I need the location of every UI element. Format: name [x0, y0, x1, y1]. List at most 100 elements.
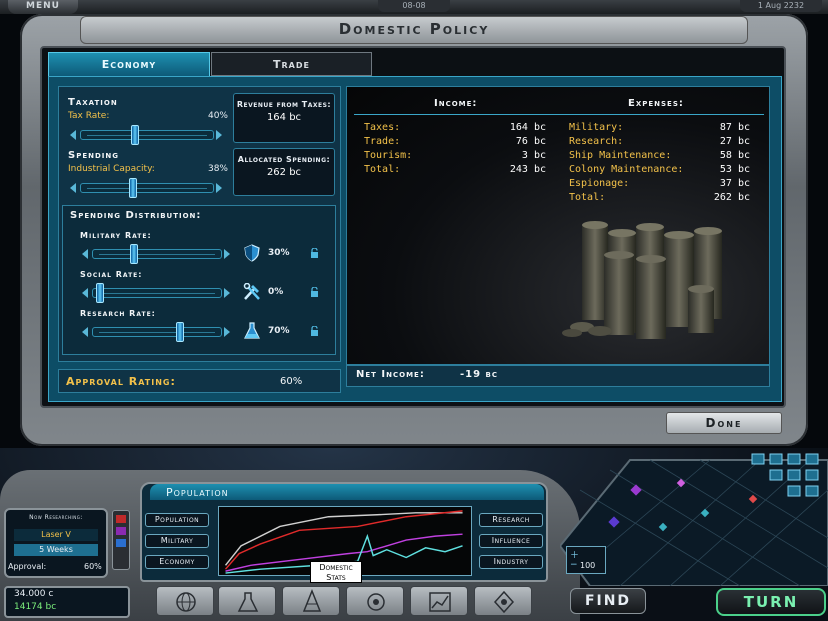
social-rate-decrease[interactable] [82, 288, 88, 298]
expense-espionage-value: 37 bc [719, 178, 750, 189]
military-rate-slider-handle[interactable] [130, 244, 139, 264]
taxation-header: Taxation [68, 97, 118, 108]
social-lock-icon[interactable] [310, 287, 319, 297]
tax-rate-decrease[interactable] [70, 130, 76, 140]
done-button[interactable]: Done [666, 412, 782, 434]
spending-header: Spending [68, 150, 119, 161]
approval-rating-value: 60% [280, 376, 303, 387]
military-rate-increase[interactable] [224, 249, 230, 259]
research-eta: 5 Weeks [14, 544, 98, 556]
graph-line-white [224, 512, 463, 566]
nav-research-button[interactable] [218, 586, 276, 616]
allocated-spending-label: Allocated Spending: [237, 155, 331, 164]
expense-colony-maintenance-label: Colony Maintenance: [569, 164, 684, 175]
income-tourism-value: 3 bc [521, 150, 546, 161]
spending-distribution-header: Spending Distribution: [70, 210, 202, 221]
game-date: 1 Aug 2232 [740, 0, 822, 12]
military-lock-icon[interactable] [310, 248, 319, 258]
header-divider [354, 114, 764, 115]
military-rate-decrease[interactable] [82, 249, 88, 259]
income-taxes-label: Taxes: [364, 122, 401, 133]
tax-rate-value: 40% [207, 111, 228, 121]
income-value: 14174 bc [14, 602, 57, 612]
expenses-header: Expenses: [628, 98, 684, 109]
flask-nav-icon [237, 592, 259, 612]
income-trade-value: 76 bc [515, 136, 546, 147]
nav-diplomacy-button[interactable] [346, 586, 404, 616]
industrial-capacity-label: Industrial Capacity: [68, 164, 155, 174]
gauge-blue-segment [116, 539, 126, 547]
population-panel-title: Population [166, 486, 229, 499]
stats-economy-button[interactable]: Economy [145, 555, 209, 569]
social-rate-slider-handle[interactable] [96, 283, 104, 303]
military-rate-slider[interactable] [92, 249, 222, 259]
minimap-filter-buttons [748, 450, 826, 500]
find-button[interactable]: FIND [570, 588, 646, 614]
stats-influence-button[interactable]: Influence [479, 534, 543, 548]
filter-icons[interactable] [748, 450, 826, 500]
social-rate-slider[interactable] [92, 288, 222, 298]
income-taxes-value: 164 bc [509, 122, 546, 133]
tax-rate-slider[interactable] [80, 130, 214, 140]
tax-rate-label: Tax Rate: [68, 111, 110, 121]
tab-economy[interactable]: Economy [48, 52, 210, 76]
stats-population-button[interactable]: Population [145, 513, 209, 527]
income-tourism-label: Tourism: [364, 150, 413, 161]
research-tech: Laser V [14, 529, 98, 541]
industrial-capacity-slider[interactable] [80, 183, 214, 193]
military-rate-value: 30% [268, 248, 290, 258]
gauge-red-segment [116, 515, 126, 523]
zoom-out-icon[interactable]: − [570, 560, 578, 570]
research-rate-slider[interactable] [92, 327, 222, 337]
stats-research-button[interactable]: Research [479, 513, 543, 527]
zoom-level: 100 [580, 561, 596, 570]
chart-icon [429, 592, 451, 612]
research-approval-label: Approval: [8, 562, 47, 571]
income-trade-label: Trade: [364, 136, 401, 147]
research-rate-increase[interactable] [224, 327, 230, 337]
expense-total-value: 262 bc [713, 192, 750, 203]
industrial-increase[interactable] [216, 183, 222, 193]
menu-button[interactable]: MENU [8, 0, 78, 14]
social-rate-label: Social Rate: [80, 270, 143, 279]
flask-icon [244, 322, 260, 339]
industrial-decrease[interactable] [70, 183, 76, 193]
nav-domestic-button[interactable] [410, 586, 468, 616]
stats-military-button[interactable]: Military [145, 534, 209, 548]
expense-ship-maintenance-value: 58 bc [719, 150, 750, 161]
stats-industry-button[interactable]: Industry [479, 555, 543, 569]
research-rate-slider-handle[interactable] [175, 322, 184, 342]
tab-trade[interactable]: Trade [211, 52, 372, 76]
income-total-value: 243 bc [509, 164, 546, 175]
research-approval-value: 60% [84, 562, 102, 571]
shield-icon [244, 244, 260, 262]
diplomacy-icon [367, 593, 385, 611]
nav-empire-button[interactable] [474, 586, 532, 616]
net-income-value: -19 bc [460, 369, 499, 380]
research-rate-decrease[interactable] [82, 327, 88, 337]
ship-icon [302, 588, 322, 612]
research-approval: Approval: 60% [8, 562, 108, 576]
nav-ships-button[interactable] [282, 586, 340, 616]
tools-icon [243, 283, 260, 300]
research-title: Now Researching: [29, 514, 83, 521]
treasury-value: 34.000 c [14, 589, 54, 599]
expense-total-label: Total: [569, 192, 606, 203]
expense-research-value: 27 bc [719, 136, 750, 147]
industrial-capacity-slider-handle[interactable] [128, 178, 137, 198]
expense-espionage-label: Espionage: [569, 178, 630, 189]
expense-colony-maintenance-value: 53 bc [719, 164, 750, 175]
research-lock-icon[interactable] [310, 326, 319, 336]
social-rate-value: 0% [268, 287, 284, 297]
expense-military-label: Military: [569, 122, 624, 133]
expense-ship-maintenance-label: Ship Maintenance: [569, 150, 672, 161]
social-rate-increase[interactable] [224, 288, 230, 298]
research-rate-value: 70% [268, 326, 290, 336]
turn-button[interactable]: TURN [716, 588, 826, 616]
nav-planets-button[interactable] [156, 586, 214, 616]
tax-rate-slider-handle[interactable] [131, 125, 140, 145]
tax-rate-increase[interactable] [216, 130, 222, 140]
expense-military-value: 87 bc [719, 122, 750, 133]
tooltip-line-1: Domestic [319, 563, 353, 572]
domestic-stats-tooltip: Domestic Stats [310, 561, 362, 583]
